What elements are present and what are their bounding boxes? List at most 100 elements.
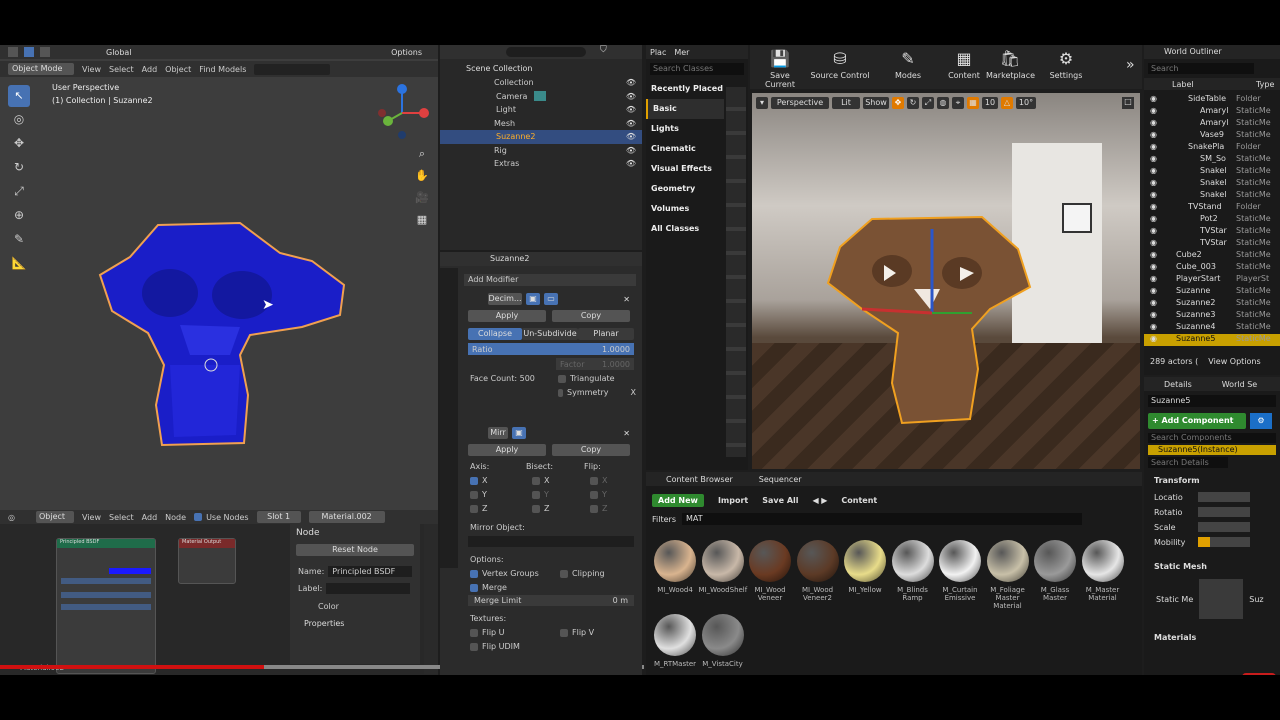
decimate-apply-button[interactable]: Apply [468, 310, 546, 322]
actor-visibility-eye-icon[interactable]: ◉ [1150, 118, 1157, 127]
blender-viewport[interactable]: Global Options Object Mode View Select A… [0, 45, 438, 510]
unsubdivide-tab[interactable]: Un-Subdivide [522, 328, 578, 340]
flip-z-checkbox[interactable] [590, 504, 598, 513]
outliner-actor-row[interactable]: ◉ Cube_003 StaticMe [1144, 262, 1280, 274]
material-dropdown[interactable]: Material.002 [308, 511, 385, 523]
modes-button[interactable]: ✎ Modes [886, 49, 930, 80]
outliner-actor-row[interactable]: ◉ TVStar StaticMe [1144, 238, 1280, 250]
actor-visibility-eye-icon[interactable]: ◉ [1150, 250, 1157, 259]
flip-x-checkbox[interactable] [590, 476, 598, 485]
mirror-name-field[interactable]: Mirr [488, 427, 508, 439]
material-output-node[interactable]: Material Output [178, 538, 236, 584]
youtube-subscribe-icon[interactable]: ▶ [1242, 673, 1276, 675]
filter-icon[interactable]: ⛉ [600, 45, 607, 55]
remove-modifier-icon[interactable]: ✕ [623, 295, 630, 304]
symmetry-axis-dropdown[interactable]: X [631, 388, 636, 397]
actor-visibility-eye-icon[interactable]: ◉ [1150, 202, 1157, 211]
editor-type-icon[interactable]: ◎ [8, 513, 28, 522]
menu-object[interactable]: Object [165, 65, 191, 74]
remove-mirror-icon[interactable]: ✕ [623, 429, 630, 438]
category-volumes[interactable]: Volumes [646, 199, 724, 219]
type-column-header[interactable]: Type [1256, 80, 1274, 89]
outliner-actor-row[interactable]: ◉ Suzanne3 StaticMe [1144, 310, 1280, 322]
scale-fields[interactable] [1198, 522, 1250, 532]
actor-visibility-eye-icon[interactable]: ◉ [1150, 334, 1157, 343]
outliner-actor-row[interactable]: ◉ SnakePla Folder [1144, 142, 1280, 154]
show-dropdown[interactable]: Show [863, 97, 889, 109]
merge-checkbox[interactable] [470, 583, 478, 592]
object-mode-dropdown[interactable]: Object Mode [8, 63, 74, 75]
pan-hand-icon[interactable]: ✋ [414, 165, 430, 187]
scale-icon[interactable]: ⤢ [922, 97, 934, 109]
marketplace-button[interactable]: 🛍 Marketplace [986, 49, 1035, 80]
flip-u-checkbox[interactable] [470, 628, 478, 637]
vertex-groups-checkbox[interactable] [470, 569, 478, 578]
transform-tool-icon[interactable]: ⊕ [8, 203, 30, 227]
outliner-row[interactable]: Camera 👁 [440, 90, 642, 104]
asset-thumbnail[interactable] [891, 540, 934, 582]
visibility-eye-icon[interactable]: 👁 [626, 92, 636, 101]
clipping-checkbox[interactable] [560, 569, 568, 578]
symmetry-checkbox[interactable] [558, 388, 564, 397]
world-settings-tab[interactable]: World Se [1222, 380, 1257, 389]
actor-visibility-eye-icon[interactable]: ◉ [1150, 94, 1157, 103]
details-tab[interactable]: Details [1164, 380, 1192, 389]
actor-visibility-eye-icon[interactable]: ◉ [1150, 274, 1157, 283]
menu-view[interactable]: View [82, 65, 101, 74]
outliner-row[interactable]: Light 👁 [440, 103, 642, 117]
category-cinematic[interactable]: Cinematic [646, 139, 724, 159]
asset-thumbnail[interactable] [986, 540, 1029, 582]
viewport-toggle-icon[interactable]: ▭ [544, 293, 558, 305]
label-column-header[interactable]: Label [1172, 80, 1256, 89]
outliner-actor-row[interactable]: ◉ Cube2 StaticMe [1144, 250, 1280, 262]
ratio-slider[interactable]: Ratio 1.0000 [468, 343, 634, 355]
mirror-object-field[interactable] [468, 536, 634, 547]
planar-tab[interactable]: Planar [578, 328, 634, 340]
actor-visibility-eye-icon[interactable]: ◉ [1150, 190, 1157, 199]
suzanne-mesh[interactable] [90, 215, 360, 455]
asset-thumbnail[interactable] [654, 540, 696, 582]
decimate-copy-button[interactable]: Copy [552, 310, 630, 322]
actor-visibility-eye-icon[interactable]: ◉ [1150, 262, 1157, 271]
outliner-actor-row[interactable]: ◉ SM_So StaticMe [1144, 154, 1280, 166]
lit-dropdown[interactable]: Lit [832, 97, 860, 109]
search-classes-input[interactable]: Search Classes [650, 63, 744, 75]
static-mesh-thumbnail[interactable] [1199, 579, 1244, 619]
outliner-actor-row[interactable]: ◉ Suzanne4 StaticMe [1144, 322, 1280, 334]
visibility-eye-icon[interactable]: 👁 [626, 105, 636, 114]
import-button[interactable]: Import [718, 496, 748, 505]
base-color-swatch[interactable] [109, 568, 151, 574]
node-name-input[interactable]: Principled BSDF [328, 566, 413, 577]
instance-row[interactable]: Suzanne5(Instance) [1148, 445, 1276, 455]
actor-visibility-eye-icon[interactable]: ◉ [1150, 106, 1157, 115]
bisect-x-checkbox[interactable] [532, 476, 540, 485]
menu-select[interactable]: Select [109, 65, 134, 74]
save-all-button[interactable]: Save All [762, 496, 798, 505]
category-basic[interactable]: Basic [646, 99, 724, 119]
mode-new-icon[interactable] [24, 47, 34, 57]
node-label-input[interactable] [326, 583, 411, 594]
asset-thumbnail[interactable] [1034, 540, 1076, 582]
view-options-button[interactable]: View Options [1208, 357, 1260, 366]
outliner-row[interactable]: Rig 👁 [440, 144, 642, 158]
color-panel[interactable]: Color [290, 602, 420, 611]
use-nodes-checkbox[interactable] [194, 513, 203, 521]
flip-udim-checkbox[interactable] [470, 642, 478, 651]
asset-thumbnail[interactable] [749, 540, 791, 582]
surface-snap-icon[interactable]: ⌖ [952, 97, 964, 109]
outliner-actor-row[interactable]: ◉ TVStar StaticMe [1144, 226, 1280, 238]
node-menu-select[interactable]: Select [109, 513, 134, 522]
transform-section[interactable]: Transform [1144, 476, 1280, 485]
add-component-button[interactable]: + Add Component [1148, 413, 1246, 429]
factor-slider[interactable]: Factor 1.0000 [556, 358, 634, 370]
outliner-row[interactable]: Mesh 👁 [440, 117, 642, 131]
find-models-button[interactable]: Find Models [199, 65, 246, 74]
principled-bsdf-node[interactable]: Principled BSDF [56, 538, 156, 674]
asset-search-input[interactable]: MAT [681, 513, 1082, 525]
location-fields[interactable] [1198, 492, 1250, 502]
node-menu-view[interactable]: View [82, 513, 101, 522]
flip-y-checkbox[interactable] [590, 490, 598, 499]
visibility-eye-icon[interactable]: 👁 [626, 159, 636, 168]
actor-visibility-eye-icon[interactable]: ◉ [1150, 142, 1157, 151]
toolbar-expand-icon[interactable]: » [1126, 57, 1135, 73]
